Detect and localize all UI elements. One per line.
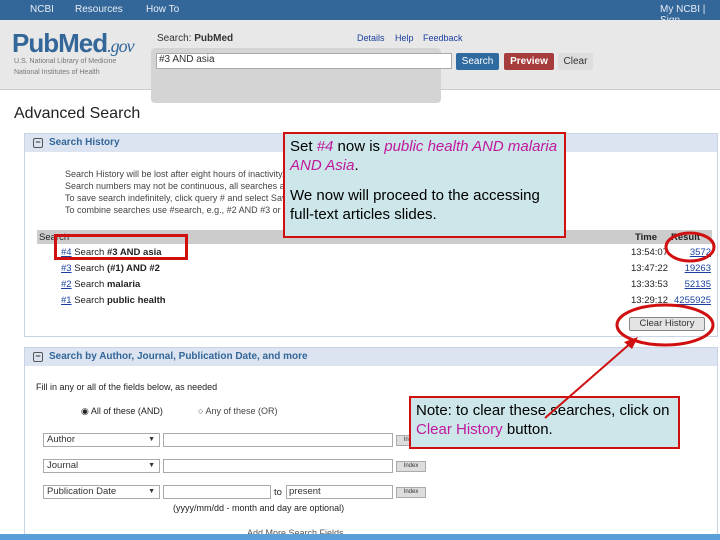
annotation-overlay bbox=[544, 231, 716, 419]
highlight-ellipse-clear-history bbox=[615, 303, 715, 347]
arrow-line bbox=[544, 341, 633, 419]
highlight-ellipse-result bbox=[664, 231, 716, 263]
